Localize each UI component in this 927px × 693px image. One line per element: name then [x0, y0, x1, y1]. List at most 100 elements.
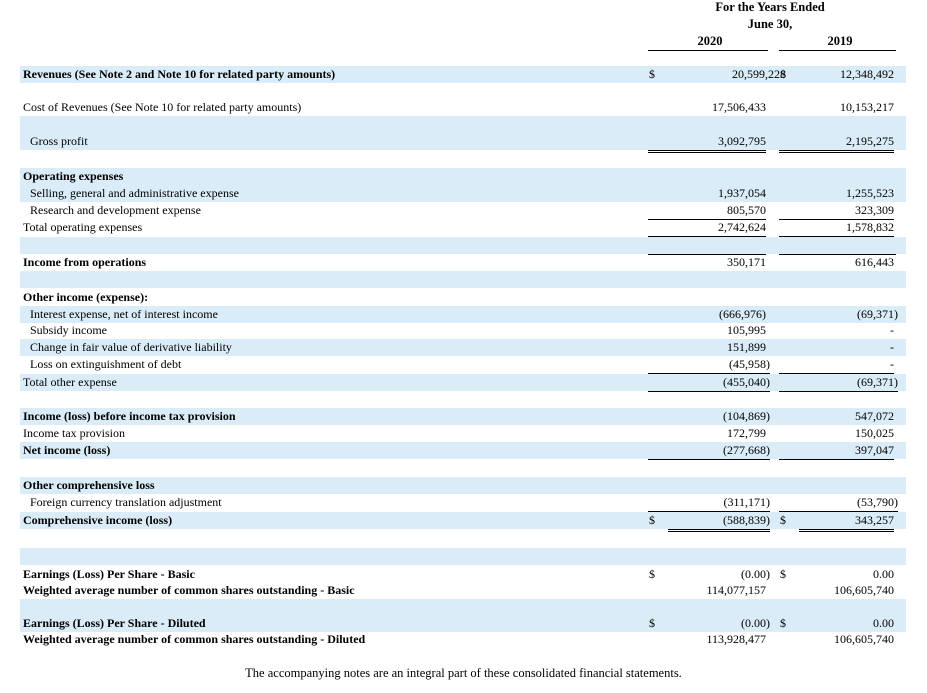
dollar-sign-2020: $: [649, 67, 655, 81]
header-underline-2020: [648, 50, 768, 51]
row-subsidy-income: Subsidy income 105,995 -: [20, 322, 906, 339]
section-heading: Other income (expense):: [23, 290, 149, 304]
row-other-income-heading: Other income (expense):: [20, 289, 906, 306]
value-2019: 12,348,492: [840, 67, 894, 81]
row-income-from-operations: Income from operations 350,171 616,443: [20, 254, 906, 271]
rule-income-ops-2020: [648, 254, 766, 255]
value-2020: 17,506,433: [648, 99, 766, 117]
spacer-shaded: [20, 116, 906, 133]
row-cost-of-revenues: Cost of Revenues (See Note 10 for relate…: [20, 99, 906, 117]
row-total-other-expense: Total other expense (455,040) (69,371): [20, 374, 906, 392]
row-revenues: Revenues (See Note 2 and Note 10 for rel…: [20, 66, 906, 83]
row-label: Subsidy income: [30, 323, 107, 337]
dollar-sign-2020: $: [649, 567, 655, 581]
dollar-sign-2020: $: [649, 513, 655, 527]
dollar-sign-2019: $: [780, 67, 786, 81]
value-2019: (53,790): [779, 494, 898, 512]
row-label: Weighted average number of common shares…: [23, 632, 366, 646]
value-2020: 172,799: [648, 425, 766, 443]
row-label: Foreign currency translation adjustment: [30, 495, 222, 509]
value-2020: (666,976): [719, 307, 766, 321]
row-eps-diluted: Earnings (Loss) Per Share - Diluted $ (0…: [20, 615, 906, 632]
value-2020: 114,077,157: [706, 583, 766, 597]
value-2020: 20,599,228: [732, 67, 786, 81]
value-2019: 547,072: [855, 409, 894, 423]
value-2020: 2,742,624: [648, 219, 766, 237]
row-loss-on-extinguishment: Loss on extinguishment of debt (45,958) …: [20, 356, 906, 374]
row-label: Earnings (Loss) Per Share - Diluted: [23, 616, 206, 630]
section-heading: Other comprehensive loss: [23, 478, 155, 492]
row-interest-expense: Interest expense, net of interest income…: [20, 306, 906, 323]
value-2020: (0.00): [741, 567, 770, 581]
value-2020: (0.00): [741, 616, 770, 630]
value-2020: (588,839): [668, 512, 770, 532]
row-label: Loss on extinguishment of debt: [30, 357, 182, 371]
value-2020: (455,040): [648, 374, 770, 392]
rule-income-ops-2019: [779, 254, 896, 255]
value-2020: 1,937,054: [718, 186, 766, 200]
value-2020: 113,928,477: [706, 632, 766, 646]
row-comprehensive-income: Comprehensive income (loss) $ (588,839) …: [20, 512, 906, 532]
row-label: Comprehensive income (loss): [23, 513, 173, 527]
section-heading: Operating expenses: [23, 169, 124, 183]
value-2019: -: [890, 340, 894, 354]
period-header-line1: For the Years Ended: [715, 0, 825, 14]
value-2020: 151,899: [727, 340, 766, 354]
value-2019: 1,578,832: [779, 219, 894, 237]
row-shares-diluted: Weighted average number of common shares…: [20, 631, 906, 648]
spacer-shaded: [20, 237, 906, 254]
row-label: Income (loss) before income tax provisio…: [23, 409, 236, 423]
header-underline-2019: [779, 50, 896, 51]
value-2019: 106,605,740: [834, 632, 894, 646]
row-sga: Selling, general and administrative expe…: [20, 185, 906, 202]
value-2019: 0.00: [873, 616, 894, 630]
value-2020: (311,171): [648, 494, 770, 512]
row-net-income: Net income (loss) (277,668) 397,047: [20, 442, 906, 460]
row-label: Change in fair value of derivative liabi…: [30, 340, 232, 354]
value-2019: 150,025: [779, 425, 894, 443]
value-2020: (45,958): [648, 356, 770, 374]
row-label: Total operating expenses: [23, 220, 143, 234]
value-2020: 350,171: [727, 255, 766, 269]
value-2019: 2,195,275: [779, 133, 894, 153]
value-2019: 343,257: [799, 512, 894, 532]
row-rnd: Research and development expense 805,570…: [20, 202, 906, 220]
dollar-sign-2019: $: [780, 567, 786, 581]
value-2020: (104,869): [723, 409, 770, 423]
row-total-operating-expenses: Total operating expenses 2,742,624 1,578…: [20, 219, 906, 237]
row-label: Interest expense, net of interest income: [30, 307, 218, 321]
row-label: Net income (loss): [23, 443, 111, 457]
value-2020: 805,570: [648, 202, 766, 220]
row-label: Gross profit: [30, 134, 88, 148]
row-label: Research and development expense: [30, 203, 201, 217]
year-2019-header: 2019: [827, 34, 853, 48]
dollar-sign-2019: $: [780, 513, 786, 527]
spacer-shaded: [20, 599, 906, 616]
row-label: Selling, general and administrative expe…: [30, 186, 239, 200]
value-2019: (69,371): [779, 374, 898, 392]
row-income-before-tax: Income (loss) before income tax provisio…: [20, 408, 906, 425]
period-header-line2: June 30,: [747, 17, 793, 31]
row-label: Income tax provision: [23, 426, 125, 440]
value-2020: 3,092,795: [648, 133, 766, 153]
footer-note: The accompanying notes are an integral p…: [245, 666, 682, 680]
value-2019: 106,605,740: [834, 583, 894, 597]
value-2019: -: [779, 356, 894, 374]
value-2019: -: [890, 323, 894, 337]
value-2020: (277,668): [648, 442, 770, 460]
row-label: Revenues (See Note 2 and Note 10 for rel…: [23, 67, 336, 81]
row-eps-basic: Earnings (Loss) Per Share - Basic $ (0.0…: [20, 566, 906, 583]
row-label: Total other expense: [23, 375, 117, 389]
value-2020: 105,995: [727, 323, 766, 337]
row-label: Weighted average number of common shares…: [23, 583, 355, 597]
row-label: Earnings (Loss) Per Share - Basic: [23, 567, 195, 581]
value-2019: 1,255,523: [846, 186, 894, 200]
value-2019: 616,443: [855, 255, 894, 269]
row-ocl-heading: Other comprehensive loss: [20, 477, 906, 494]
row-income-tax-provision: Income tax provision 172,799 150,025: [20, 425, 906, 443]
year-2020-header: 2020: [697, 34, 723, 48]
value-2019: 323,309: [779, 202, 894, 220]
row-fx-adjustment: Foreign currency translation adjustment …: [20, 494, 906, 512]
row-label: Income from operations: [23, 255, 147, 269]
spacer-shaded: [20, 271, 906, 288]
